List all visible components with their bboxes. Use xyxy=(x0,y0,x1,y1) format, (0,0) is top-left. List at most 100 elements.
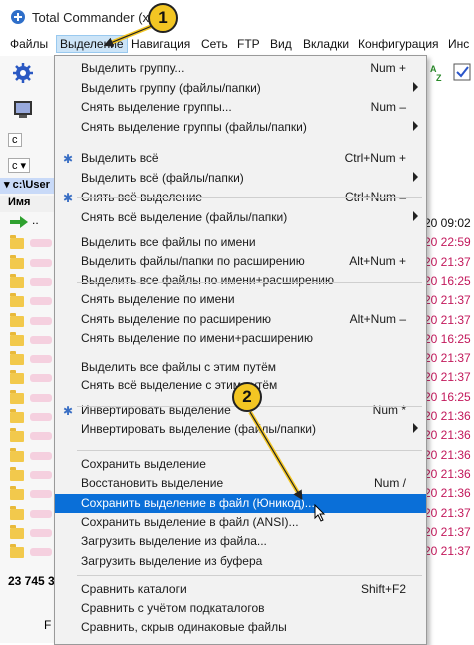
path-text: c:\User xyxy=(12,179,50,191)
selection-menu: Выделить группу... Num + Выделить группу (… xyxy=(54,55,427,645)
menu-configuration[interactable]: Конфигурация xyxy=(358,37,439,51)
menu-item-shortcut: Num – xyxy=(370,100,406,114)
blurred-filename xyxy=(30,509,52,518)
folder-icon xyxy=(10,273,24,288)
menu-item[interactable]: Снять выделение по имени+расширению xyxy=(55,329,426,348)
menu-item-shortcut: Num / xyxy=(373,476,406,490)
menu-item[interactable]: Инвертировать выделение (файлы/папки) xyxy=(55,420,426,439)
drive-label: c xyxy=(12,134,18,146)
menu-separator xyxy=(77,450,422,451)
blurred-filename xyxy=(30,374,52,383)
menu-item[interactable]: Выделить всё (файлы/папки) xyxy=(55,169,426,188)
folder-icon xyxy=(10,505,24,520)
drive-select-label: c xyxy=(12,160,18,172)
menu-item[interactable]: Снять выделение по расширению Alt+Num – xyxy=(55,310,426,329)
menu-item[interactable]: Загрузить выделение из буфера xyxy=(55,552,426,571)
submenu-arrow-icon xyxy=(413,82,418,92)
app-icon xyxy=(11,10,25,24)
menu-item[interactable]: Выделить файлы/папки по расширению Alt+Nu… xyxy=(55,252,426,271)
menu-item-label: Загрузить выделение из файла... xyxy=(81,534,267,548)
file-date: 20 21:36 xyxy=(424,486,471,501)
select-star-icon: ✱ xyxy=(63,152,74,166)
menu-item-label: Выделить все файлы по имени xyxy=(81,235,256,249)
menu-item[interactable]: Восстановить выделение Num / xyxy=(55,474,426,493)
folder-icon xyxy=(10,524,24,539)
menu-item-shortcut: Alt+Num – xyxy=(349,312,406,326)
menu-item[interactable]: ✱ Выделить всё Ctrl+Num + xyxy=(55,149,426,168)
path-bar[interactable]: ▾ c:\User xyxy=(0,178,56,194)
folder-icon xyxy=(10,351,24,366)
blurred-filename xyxy=(30,335,52,344)
menu-navigation[interactable]: Навигация xyxy=(131,37,190,51)
menu-item[interactable]: Сохранить выделение в файл (ANSI)... xyxy=(55,513,426,532)
drive-select[interactable]: c ▾ xyxy=(8,158,31,173)
menu-item[interactable]: Сравнить с учётом подкаталогов xyxy=(55,599,426,618)
blurred-filename xyxy=(30,316,52,325)
folder-icon xyxy=(10,428,24,443)
menu-view[interactable]: Вид xyxy=(270,37,292,51)
menu-item-shortcut: Num + xyxy=(370,61,406,75)
menu-files[interactable]: Файлы xyxy=(10,37,48,51)
menu-item[interactable]: Снять выделение по имени xyxy=(55,290,426,309)
folder-icon xyxy=(10,331,24,346)
menu-item[interactable]: Выделить группу... Num + xyxy=(55,59,426,78)
drive-button-c[interactable]: c xyxy=(8,133,22,147)
menu-item[interactable]: Сохранить выделение в файл (Юникод)... xyxy=(55,494,426,513)
terminal-icon[interactable] xyxy=(12,98,34,120)
menu-item-label: Сравнить каталоги xyxy=(81,582,187,596)
menu-item[interactable]: Выделить группу (файлы/папки) xyxy=(55,79,426,98)
menu-selection[interactable]: Выделение xyxy=(56,35,128,53)
blurred-filename xyxy=(30,355,52,364)
folder-icon xyxy=(10,235,24,250)
menu-item-shortcut: Alt+Num + xyxy=(349,254,406,268)
settings-gear-icon[interactable] xyxy=(12,62,34,84)
menu-item[interactable]: Сравнить, скрыв одинаковые файлы xyxy=(55,618,426,637)
menu-ftp[interactable]: FTP xyxy=(237,37,260,51)
blurred-filename xyxy=(30,432,52,441)
menu-separator xyxy=(77,575,422,576)
folder-icon xyxy=(10,466,24,481)
menu-item[interactable]: Выделить все файлы по имени+расширению xyxy=(55,271,426,290)
file-date: 20 21:36 xyxy=(424,447,471,462)
up-entry[interactable]: .. xyxy=(32,213,39,227)
checklist-icon[interactable] xyxy=(452,62,472,82)
menu-item-label: Снять выделение по имени xyxy=(81,292,235,306)
file-date: 20 22:59 xyxy=(424,235,471,250)
file-date: 20 21:36 xyxy=(424,466,471,481)
column-header-label: Имя xyxy=(8,196,31,208)
menu-bar: Файлы Выделение Навигация Сеть FTP Вид В… xyxy=(0,34,474,57)
menu-item-label: Сравнить, скрыв одинаковые файлы xyxy=(81,620,287,634)
menu-network[interactable]: Сеть xyxy=(201,37,228,51)
status-text: 23 745 3 xyxy=(8,574,55,588)
menu-item[interactable]: Снять всё выделение (файлы/папки) xyxy=(55,208,426,227)
menu-item-label: Выделить всё (файлы/папки) xyxy=(81,171,244,185)
submenu-arrow-icon xyxy=(413,172,418,182)
submenu-arrow-icon xyxy=(413,211,418,221)
blurred-filename xyxy=(30,239,52,248)
column-header-name[interactable]: Имя xyxy=(0,196,56,212)
blurred-filename xyxy=(30,470,52,479)
select-star-icon: ✱ xyxy=(63,404,74,418)
submenu-arrow-icon xyxy=(413,423,418,433)
folder-icon xyxy=(10,293,24,308)
menu-item[interactable]: Сравнить каталоги Shift+F2 xyxy=(55,580,426,599)
menu-item[interactable]: Снять выделение группы (файлы/папки) xyxy=(55,118,426,137)
function-key-label: F xyxy=(44,618,52,632)
menu-item-label: Восстановить выделение xyxy=(81,476,224,490)
menu-item[interactable]: Снять выделение группы... Num – xyxy=(55,98,426,117)
menu-item-label: Сравнить с учётом подкаталогов xyxy=(81,601,265,615)
file-date: 20 21:37 xyxy=(424,351,471,366)
menu-item[interactable]: Выделить все файлы по имени xyxy=(55,233,426,252)
file-date: 20 16:25 xyxy=(424,331,471,346)
file-date: 20 21:37 xyxy=(424,524,471,539)
blurred-filename xyxy=(30,548,52,557)
sort-az-icon[interactable]: A Z xyxy=(428,62,448,82)
menu-tabs[interactable]: Вкладки xyxy=(303,37,349,51)
menu-separator xyxy=(77,197,422,198)
file-date: 20 21:37 xyxy=(424,505,471,520)
menu-item[interactable]: Сохранить выделение xyxy=(55,455,426,474)
menu-item-label: Снять выделение по расширению xyxy=(81,312,272,326)
menu-tools[interactable]: Инс xyxy=(448,37,469,51)
menu-item[interactable]: Загрузить выделение из файла... xyxy=(55,532,426,551)
menu-item[interactable]: Выделить все файлы с этим путём xyxy=(55,358,426,377)
